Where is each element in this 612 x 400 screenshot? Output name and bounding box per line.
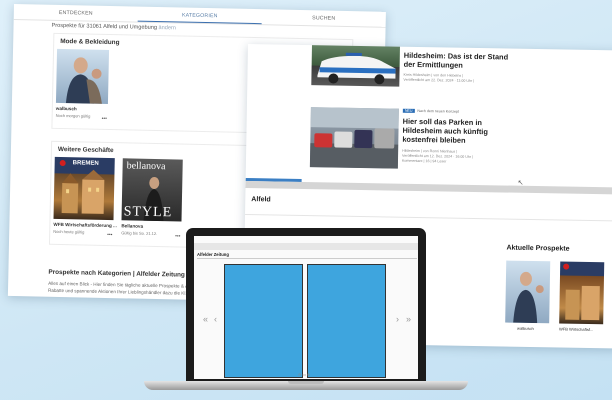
- laptop-notch: [288, 381, 324, 384]
- change-location-link[interactable]: ändern: [158, 25, 176, 31]
- location-text: Prospekte für 31061 Alfeld und Umgebung: [51, 22, 158, 31]
- news-2-headline-3[interactable]: kostenfrei bleiben: [402, 135, 465, 145]
- aktuell-bremen-thumbnail[interactable]: [559, 261, 605, 325]
- parked-cars-icon: [309, 107, 399, 169]
- item-name: Bellanova: [121, 223, 144, 229]
- parking-image[interactable]: [309, 107, 399, 169]
- news-2-tag-row: NEU Nach dem neuen Konzept: [402, 108, 460, 114]
- logo-underline: [197, 258, 417, 259]
- item-validity: Noch heute gültig: [53, 228, 85, 235]
- building-icon: [563, 263, 600, 321]
- aktuell-item-name: walbusch: [517, 325, 534, 332]
- news-2-meta-3: Kommentare | 16 | 94 Leser: [401, 158, 447, 164]
- person-image-icon: [513, 271, 544, 324]
- laptop: Alfelder Zeitung « ‹ › » ⊖ ▭ ⊕: [144, 228, 468, 390]
- tab-suchen[interactable]: SUCHEN: [262, 9, 386, 27]
- news-1-headline-2[interactable]: der Ermittlungen: [404, 60, 463, 70]
- police-car-image[interactable]: [311, 44, 401, 87]
- screen-toolbar: [194, 243, 418, 250]
- more-options-icon[interactable]: •••: [102, 116, 107, 122]
- item-validity: Gültig bis So. 21.12.: [121, 230, 158, 237]
- tab-entdecken[interactable]: ENTDECKEN: [14, 4, 138, 22]
- item-name: walbusch: [55, 105, 77, 112]
- aktuell-item-name: WFB Wirtschaftsf...: [559, 326, 594, 333]
- laptop-screen: Alfelder Zeitung « ‹ › » ⊖ ▭ ⊕: [194, 236, 418, 379]
- section-divider: [245, 213, 612, 222]
- aktuelle-prospekte-title: Aktuelle Prospekte: [506, 244, 570, 253]
- bellanova-thumbnail[interactable]: bellanova STYLE: [121, 158, 183, 222]
- last-page-icon[interactable]: »: [406, 314, 411, 324]
- person-image-icon: [65, 57, 102, 104]
- tab-kategorien[interactable]: KATEGORIEN: [137, 6, 262, 25]
- epaper-logo: Alfelder Zeitung: [197, 252, 229, 257]
- cursor-icon: ↖: [517, 179, 524, 187]
- more-options-icon[interactable]: •••: [175, 233, 180, 239]
- news-1-meta-2: Veröffentlicht am 22. Dez. 2024 · 11:00 …: [403, 77, 475, 83]
- section-alfeld: Alfeld: [251, 196, 271, 204]
- bremen-thumbnail[interactable]: BREMEN: [53, 156, 115, 221]
- aktuell-walbusch-thumbnail[interactable]: [505, 260, 551, 324]
- building-icon: [59, 160, 105, 214]
- next-page-icon[interactable]: ›: [396, 314, 399, 324]
- police-car-icon: [317, 52, 396, 85]
- bottom-heading: Prospekte nach Kategorien | Alfelder Zei…: [48, 268, 185, 279]
- epaper-page-left[interactable]: [224, 264, 303, 378]
- tag-text: Nach dem neuen Konzept: [417, 108, 460, 114]
- epaper-page-right[interactable]: [307, 264, 386, 378]
- prev-page-icon[interactable]: ‹: [214, 314, 217, 324]
- zoom-controls[interactable]: ⊖ ▭ ⊕: [298, 372, 310, 377]
- first-page-icon[interactable]: «: [203, 314, 208, 324]
- divider-band: [245, 180, 612, 195]
- new-badge: NEU: [402, 108, 415, 113]
- walbusch-thumbnail[interactable]: [55, 48, 110, 104]
- more-options-icon[interactable]: •••: [107, 232, 112, 238]
- style-word: STYLE: [123, 204, 173, 221]
- item-validity: Noch morgen gültig: [55, 112, 91, 119]
